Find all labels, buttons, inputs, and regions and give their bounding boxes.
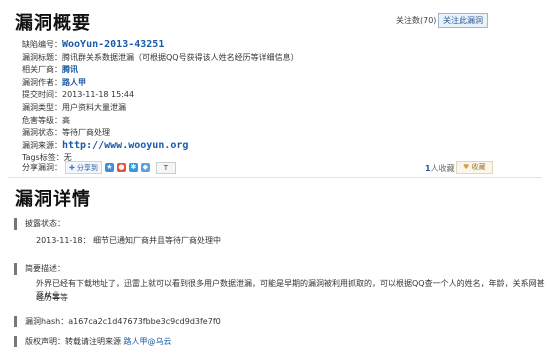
- share-bar: 分享漏洞： ✚ 分享到 ★ ● ✱ ◆ T: [22, 161, 176, 174]
- source-link[interactable]: http://www.wooyun.org: [62, 140, 188, 151]
- qzone-icon[interactable]: ★: [104, 163, 114, 172]
- vendor-link[interactable]: 腾讯: [62, 65, 78, 74]
- author-link[interactable]: 路人甲: [62, 78, 86, 87]
- copyright-label: 版权声明：转载请注明来源: [25, 337, 124, 346]
- collect-count: 1人收藏: [425, 163, 455, 174]
- row-author: 漏洞作者：路人甲: [22, 77, 299, 90]
- weibo-icon[interactable]: ●: [116, 163, 126, 172]
- favorite-label: 收藏: [471, 163, 486, 171]
- copyright-link[interactable]: 路人甲@乌云: [124, 337, 172, 346]
- follow-count: 关注数(70): [396, 16, 437, 25]
- submit-label: 提交时间：: [22, 90, 62, 100]
- follow-button[interactable]: 关注此漏洞: [438, 13, 488, 28]
- favorite-button[interactable]: ♥ 收藏: [456, 161, 493, 174]
- status-label: 漏洞状态：: [22, 128, 62, 138]
- plus-icon: ✚: [69, 163, 75, 172]
- page-title: 漏洞概要: [15, 13, 91, 34]
- submit-time: 2013-11-18 15:44: [62, 90, 135, 100]
- renren-icon[interactable]: ✱: [128, 163, 138, 172]
- source-label: 漏洞来源：: [22, 140, 62, 150]
- author-label: 漏洞作者：: [22, 77, 62, 87]
- bug-id-link[interactable]: WooYun-2013-43251: [62, 39, 164, 50]
- detail-title: 漏洞详情: [15, 189, 91, 210]
- tencent-weibo-button[interactable]: T: [155, 161, 176, 174]
- row-type: 漏洞类型：用户资料大量泄漏: [22, 102, 299, 115]
- type-label: 漏洞类型：: [22, 102, 62, 112]
- row-status: 漏洞状态：等待厂商处理: [22, 127, 299, 140]
- vendor-label: 相关厂商：: [22, 65, 62, 75]
- bug-id-label: 缺陷编号：: [22, 40, 62, 49]
- disclosure-label: 披露状态：: [14, 218, 65, 230]
- heart-icon: ♥: [463, 163, 470, 171]
- row-source: 漏洞来源：http://www.wooyun.org: [22, 140, 299, 153]
- row-title: 漏洞标题：腾讯群关系数据泄漏（可根据QQ号获得该人姓名经历等详细信息）: [22, 52, 299, 65]
- bug-status: 等待厂商处理: [62, 128, 110, 138]
- row-level: 危害等级：高: [22, 115, 299, 128]
- bug-level: 高: [62, 115, 70, 125]
- row-submit: 提交时间：2013-11-18 15:44: [22, 89, 299, 102]
- share-label: 分享漏洞：: [22, 163, 62, 172]
- brief-text-line2: 经历等等: [36, 293, 68, 302]
- bug-title: 腾讯群关系数据泄漏（可根据QQ号获得该人姓名经历等详细信息）: [62, 52, 299, 62]
- bug-hash: 漏洞hash：a167ca2c1d47673fbbe3c9cd9d3fe7f0: [14, 316, 221, 327]
- collect-label: 人收藏: [430, 164, 455, 173]
- copyright: 版权声明：转载请注明来源 路人甲@乌云: [14, 336, 172, 347]
- share-to-button[interactable]: ✚ 分享到: [65, 161, 102, 174]
- bug-type: 用户资料大量泄漏: [62, 102, 126, 112]
- share-to-label: 分享到: [76, 163, 98, 172]
- brief-text-line1: 外界已经有下载地址了，迅雷上就可以看到很多用户数据泄漏，可能是早期的漏洞被利用抓…: [36, 279, 545, 300]
- row-bug-id: 缺陷编号：WooYun-2013-43251: [22, 39, 299, 52]
- bug-summary: 缺陷编号：WooYun-2013-43251 漏洞标题：腾讯群关系数据泄漏（可根…: [22, 39, 299, 165]
- row-vendor: 相关厂商：腾讯: [22, 64, 299, 77]
- brief-label: 简要描述：: [14, 263, 65, 275]
- disclosure-text: 2013-11-18： 细节已通知厂商并且等待厂商处理中: [36, 236, 222, 245]
- douban-icon[interactable]: ◆: [140, 163, 150, 172]
- section-divider: [8, 177, 542, 178]
- level-label: 危害等级：: [22, 115, 62, 125]
- title-label: 漏洞标题：: [22, 52, 62, 62]
